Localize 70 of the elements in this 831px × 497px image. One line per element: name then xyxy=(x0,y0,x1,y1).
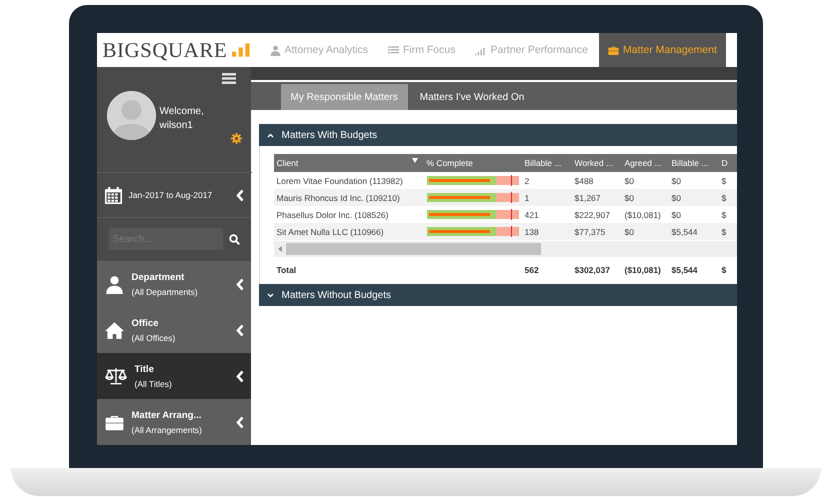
table-cell-text: $ xyxy=(720,210,728,220)
briefcase-icon xyxy=(608,44,619,56)
table-cell-text: $222,907 xyxy=(574,210,611,220)
filter-item[interactable]: Department (All Departments) xyxy=(96,261,252,308)
table-cell-text: 2 xyxy=(524,176,530,186)
table-cell-text: ($10,081) xyxy=(624,210,662,220)
calendar-icon xyxy=(104,186,122,204)
column-header[interactable]: Billable ... xyxy=(672,158,708,168)
table-cell-text: $5,544 xyxy=(670,226,698,236)
table-cell-text: $ xyxy=(720,226,728,236)
chevron-left-icon xyxy=(236,370,244,383)
table-cell-text: $0 xyxy=(624,176,635,186)
table-cell-text: $488 xyxy=(574,176,594,186)
table-cell-text: 562 xyxy=(524,264,540,274)
search-icon[interactable] xyxy=(228,234,240,245)
table-cell-text: $302,037 xyxy=(574,264,611,274)
table-cell-text: $5,544 xyxy=(670,264,698,274)
subtab[interactable]: Matters I've Worked On xyxy=(410,84,534,110)
person-icon xyxy=(104,274,124,294)
column-header[interactable]: Worked ... xyxy=(574,158,614,168)
chevron-left-icon xyxy=(236,324,244,337)
table-cell-text: Total xyxy=(276,264,298,274)
column-header[interactable]: D xyxy=(722,158,728,168)
table-cell-text: $0 xyxy=(670,192,682,202)
column-header[interactable]: Agreed ... xyxy=(624,158,662,168)
filter-item[interactable]: Office (All Offices) xyxy=(96,307,252,354)
table-cell-text: $77,375 xyxy=(574,226,606,236)
table-cell-text: $1,267 xyxy=(574,192,602,202)
column-header[interactable]: Billable ... xyxy=(524,158,562,168)
table-cell-text: $ xyxy=(720,176,728,186)
nav-tab[interactable]: Matter Management xyxy=(598,33,726,67)
brand-logo-text: BIGSQUARE xyxy=(102,38,228,62)
welcome-text: Welcome, xyxy=(160,105,204,119)
date-range-text: Jan-2017 to Aug-2017 xyxy=(128,190,212,200)
chevron-up-icon xyxy=(266,132,274,138)
table-cell-text: 1 xyxy=(524,192,530,202)
table-cell-text: Sit Amet Nulla LLC (110966) xyxy=(276,226,385,236)
chevron-left-icon[interactable] xyxy=(236,188,244,202)
table-cell-text: Mauris Rhoncus Id Inc. (109210) xyxy=(276,192,401,202)
table-cell-text: 138 xyxy=(524,226,540,236)
filter-item[interactable]: Matter Arrang... (All Arrangements) xyxy=(96,399,252,445)
table-cell-text: $ xyxy=(720,264,728,274)
settings-icon[interactable] xyxy=(230,133,242,144)
subtab[interactable]: My Responsible Matters xyxy=(280,84,408,110)
table-cell-text: $0 xyxy=(670,176,682,186)
house-icon xyxy=(104,320,124,340)
table-cell-text: ($10,081) xyxy=(624,264,662,274)
table-cell-text: $0 xyxy=(624,226,635,236)
table-cell-text: $ xyxy=(720,192,728,202)
user-name: wilson1 xyxy=(160,119,194,133)
menu-icon[interactable] xyxy=(222,73,236,84)
column-header[interactable]: % Complete xyxy=(426,158,473,168)
table-cell-text: Lorem Vitae Foundation (113982) xyxy=(276,176,404,186)
table-cell-text: $0 xyxy=(670,210,682,220)
avatar-icon xyxy=(106,91,156,140)
panel-header[interactable]: Matters Without Budgets xyxy=(258,284,736,306)
filter-item[interactable]: Title (All Titles) xyxy=(96,353,252,400)
table-cell-text: Phasellus Dolor Inc. (108526) xyxy=(276,210,390,220)
sort-down-icon[interactable] xyxy=(412,158,418,163)
bar-chart-icon xyxy=(232,42,250,58)
chevron-left-icon xyxy=(236,278,244,291)
person-icon xyxy=(270,44,280,56)
chevron-down-icon xyxy=(266,292,274,298)
column-header[interactable]: Client xyxy=(276,158,298,168)
table-cell-text: 421 xyxy=(524,210,540,220)
panel-header[interactable]: Matters With Budgets xyxy=(258,124,736,146)
list-icon xyxy=(388,44,399,56)
table-cell-text: $0 xyxy=(624,192,635,202)
horizontal-scrollbar[interactable] xyxy=(274,241,736,257)
chevron-left-icon xyxy=(236,416,244,429)
